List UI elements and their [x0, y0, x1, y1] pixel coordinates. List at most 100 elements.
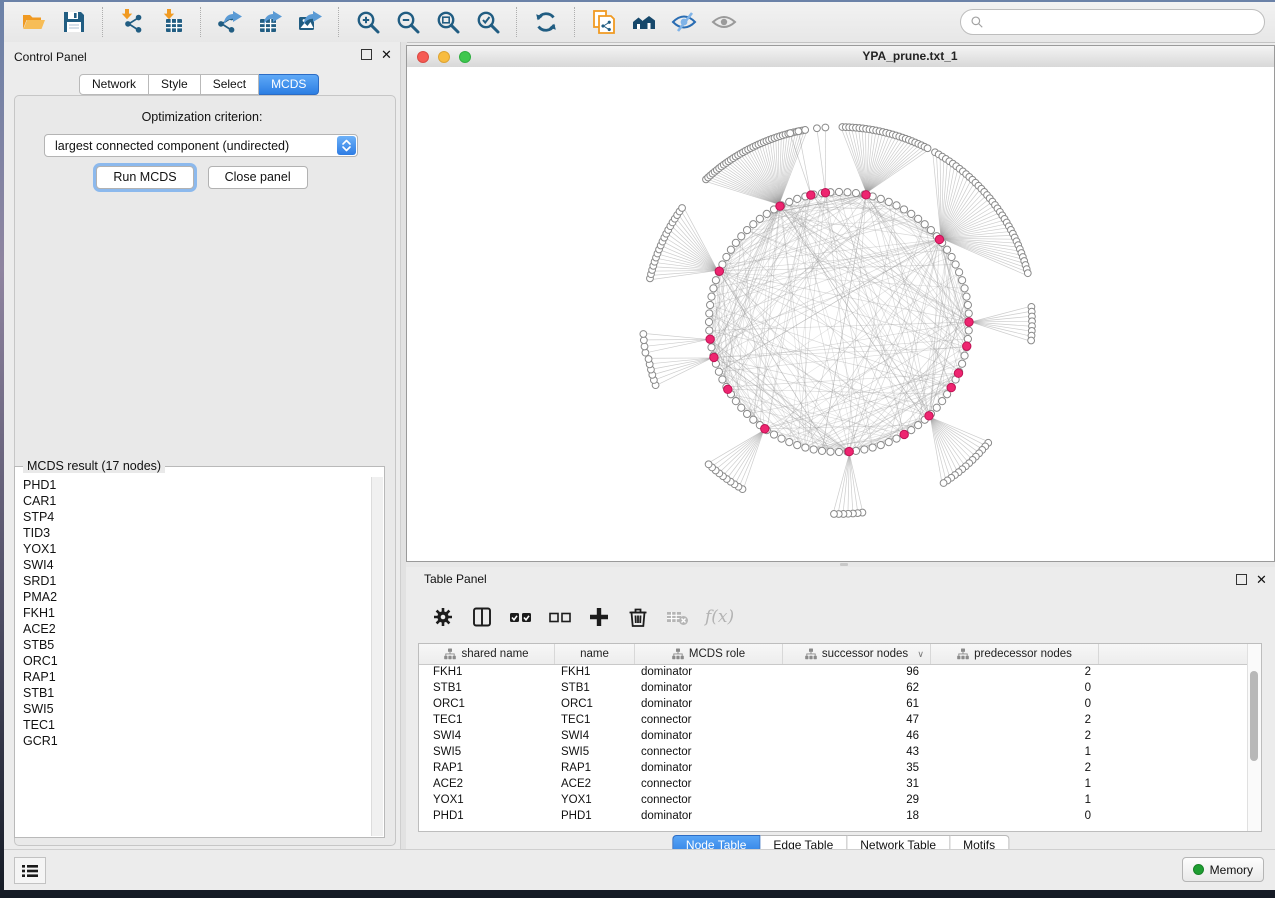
export-network-icon[interactable] [215, 7, 245, 37]
network-node-dominator[interactable] [761, 425, 769, 433]
table-row[interactable]: ACE2ACE2connector311 [419, 776, 1248, 792]
network-node-dominator[interactable] [710, 353, 718, 361]
table-row[interactable]: RAP1RAP1dominator352 [419, 760, 1248, 776]
mcds-result-item[interactable]: TID3 [23, 525, 372, 541]
table-row[interactable]: SWI5SWI5connector431 [419, 744, 1248, 760]
mcds-result-item[interactable]: STP4 [23, 509, 372, 525]
table-row[interactable]: PHD1PHD1dominator180 [419, 808, 1248, 824]
network-graph[interactable] [407, 67, 1274, 560]
network-node-dominator[interactable] [954, 369, 962, 377]
mcds-result-item[interactable]: GCR1 [23, 733, 372, 749]
mcds-result-item[interactable]: STB5 [23, 637, 372, 653]
network-view[interactable] [407, 67, 1274, 561]
mcds-result-item[interactable]: FKH1 [23, 605, 372, 621]
export-table-icon[interactable] [255, 7, 285, 37]
network-node-dominator[interactable] [724, 385, 732, 393]
select-all-icon[interactable] [508, 604, 534, 630]
show-all-icon[interactable] [709, 7, 739, 37]
refresh-icon[interactable] [531, 7, 561, 37]
column-header-name[interactable]: name [555, 644, 635, 664]
column-header-successor-nodes[interactable]: successor nodes∨ [783, 644, 931, 664]
close-table-panel-icon[interactable]: ✕ [1256, 574, 1267, 585]
export-image-icon[interactable] [295, 7, 325, 37]
task-history-button[interactable] [14, 857, 46, 884]
table-row[interactable]: FKH1FKH1dominator962 [419, 664, 1248, 680]
window-minimize-icon[interactable] [438, 51, 450, 63]
mcds-result-item[interactable]: RAP1 [23, 669, 372, 685]
import-table-icon[interactable] [157, 7, 187, 37]
network-node-dominator[interactable] [900, 430, 908, 438]
cell-name: FKH1 [555, 666, 635, 678]
float-panel-icon[interactable] [361, 49, 372, 60]
toolbar-separator [574, 7, 576, 37]
network-node-dominator[interactable] [821, 189, 829, 197]
first-neighbors-icon[interactable] [629, 7, 659, 37]
memory-button[interactable]: Memory [1182, 857, 1264, 882]
mcds-result-item[interactable]: ORC1 [23, 653, 372, 669]
mcds-result-item[interactable]: STB1 [23, 685, 372, 701]
network-node-dominator[interactable] [947, 383, 955, 391]
table-scrollbar[interactable] [1247, 644, 1261, 831]
network-node-dominator[interactable] [807, 191, 815, 199]
network-node-dominator[interactable] [706, 335, 714, 343]
zoom-fit-icon[interactable] [433, 7, 463, 37]
save-icon[interactable] [59, 7, 89, 37]
tab-mcds[interactable]: MCDS [259, 74, 319, 95]
add-icon[interactable] [586, 604, 612, 630]
table-scrollbar-thumb[interactable] [1250, 671, 1258, 761]
table-row[interactable]: SWI4SWI4dominator462 [419, 728, 1248, 744]
table-row[interactable]: STB1STB1dominator620 [419, 680, 1248, 696]
zoom-in-icon[interactable] [353, 7, 383, 37]
mcds-result-list[interactable]: PHD1CAR1STP4TID3YOX1SWI4SRD1PMA2FKH1ACE2… [16, 477, 372, 836]
float-table-panel-icon[interactable] [1236, 574, 1247, 585]
optimization-criterion-select[interactable]: largest connected component (undirected) [44, 134, 358, 157]
network-node-dominator[interactable] [935, 235, 943, 243]
column-header-shared-name[interactable]: shared name [419, 644, 555, 664]
network-node-dominator[interactable] [845, 447, 853, 455]
network-node-dominator[interactable] [925, 412, 933, 420]
mcds-result-item[interactable]: YOX1 [23, 541, 372, 557]
column-visibility-icon[interactable] [469, 604, 495, 630]
mcds-result-item[interactable]: PMA2 [23, 589, 372, 605]
table-row[interactable]: TEC1TEC1connector472 [419, 712, 1248, 728]
close-panel-icon[interactable]: ✕ [381, 49, 392, 60]
mcds-result-item[interactable]: SWI4 [23, 557, 372, 573]
window-close-icon[interactable] [417, 51, 429, 63]
mcds-result-item[interactable]: ACE2 [23, 621, 372, 637]
zoom-out-icon[interactable] [393, 7, 423, 37]
tab-select[interactable]: Select [201, 74, 259, 95]
mcds-result-scrollbar[interactable] [371, 477, 383, 836]
open-folder-icon[interactable] [19, 7, 49, 37]
memory-button-label: Memory [1210, 863, 1253, 877]
tab-network[interactable]: Network [79, 74, 149, 95]
cell-shared_name: ACE2 [419, 778, 555, 790]
mcds-result-item[interactable]: TEC1 [23, 717, 372, 733]
deselect-all-icon[interactable] [547, 604, 573, 630]
network-node-dominator[interactable] [776, 202, 784, 210]
search-input[interactable] [989, 14, 1264, 30]
mcds-result-item[interactable]: PHD1 [23, 477, 372, 493]
window-maximize-icon[interactable] [459, 51, 471, 63]
zoom-selected-icon[interactable] [473, 7, 503, 37]
run-mcds-button[interactable]: Run MCDS [96, 166, 193, 189]
delete-icon[interactable] [625, 604, 651, 630]
mcds-result-item[interactable]: CAR1 [23, 493, 372, 509]
table-settings-icon[interactable] [430, 604, 456, 630]
table-row[interactable]: ORC1ORC1dominator610 [419, 696, 1248, 712]
network-node-dominator[interactable] [963, 342, 971, 350]
network-node-dominator[interactable] [862, 191, 870, 199]
copy-network-icon[interactable] [589, 7, 619, 37]
mcds-result-item[interactable]: SWI5 [23, 701, 372, 717]
tab-style[interactable]: Style [149, 74, 201, 95]
network-window-titlebar[interactable]: YPA_prune.txt_1 [407, 46, 1274, 68]
import-network-icon[interactable] [117, 7, 147, 37]
table-row[interactable]: YOX1YOX1connector291 [419, 792, 1248, 808]
network-node-dominator[interactable] [715, 267, 723, 275]
column-header-MCDS-role[interactable]: MCDS role [635, 644, 783, 664]
close-panel-button[interactable]: Close panel [208, 166, 308, 189]
column-header-predecessor-nodes[interactable]: predecessor nodes [931, 644, 1099, 664]
network-node-dominator[interactable] [965, 318, 973, 326]
mcds-result-item[interactable]: SRD1 [23, 573, 372, 589]
hide-selected-icon[interactable] [669, 7, 699, 37]
search-box[interactable] [960, 9, 1265, 35]
